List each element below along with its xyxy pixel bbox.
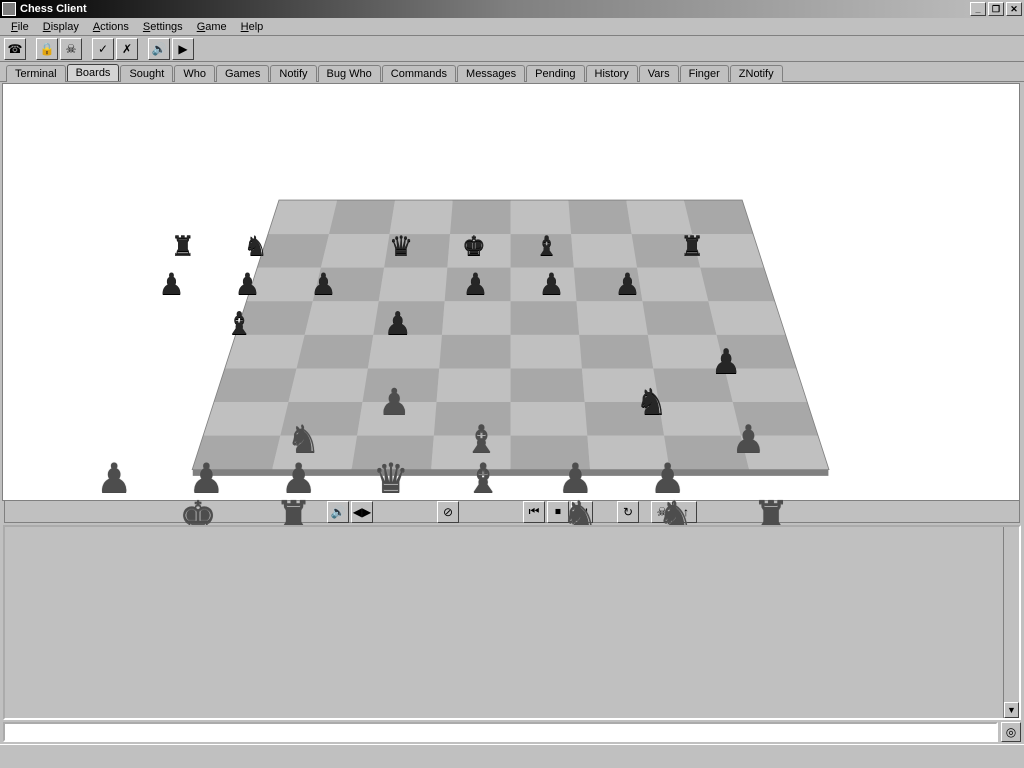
tab-terminal[interactable]: Terminal (6, 65, 66, 82)
first-icon: ⏮ (529, 504, 540, 519)
refresh-button[interactable]: ↻ (617, 501, 639, 523)
skull-button[interactable]: ☠ (60, 38, 82, 60)
connect-button[interactable]: ☎ (4, 38, 26, 60)
tab-who[interactable]: Who (174, 65, 215, 82)
takeback-button[interactable]: ↑ (675, 501, 697, 523)
tab-znotify[interactable]: ZNotify (730, 65, 783, 82)
tab-commands[interactable]: Commands (382, 65, 456, 82)
tab-games[interactable]: Games (216, 65, 269, 82)
tab-finger[interactable]: Finger (680, 65, 729, 82)
play-button[interactable]: ▶ (172, 38, 194, 60)
tab-messages[interactable]: Messages (457, 65, 525, 82)
menu-file[interactable]: File (4, 20, 36, 34)
lock-icon: 🔒 (40, 42, 55, 56)
app-icon (2, 2, 16, 16)
phone-icon: ☎ (8, 42, 23, 56)
send-button[interactable]: ◎ (1001, 722, 1021, 742)
sound-icon: 🔊 (152, 42, 167, 56)
refresh-icon: ↻ (623, 505, 633, 519)
flip-icon: ◀▶ (353, 505, 371, 519)
scrollbar[interactable]: ▼ (1003, 527, 1019, 718)
flip-board-button[interactable]: ◀▶ (351, 501, 373, 523)
menu-help[interactable]: Help (234, 20, 271, 34)
tab-pending[interactable]: Pending (526, 65, 584, 82)
accept-button[interactable]: ✓ (92, 38, 114, 60)
decline-button[interactable]: ✗ (116, 38, 138, 60)
tab-boards[interactable]: Boards (67, 64, 120, 81)
minimize-button[interactable]: _ (970, 2, 986, 16)
close-button[interactable]: ✕ (1006, 2, 1022, 16)
board-panel[interactable]: ♜♞♛♚♝♜♟♟♟♟♟♟♝♟♟♟♞♞♝♟♟♟♟♛♝♟♟♚♜♞♞♜ (2, 83, 1020, 501)
chess-board[interactable] (3, 84, 1019, 500)
command-input[interactable] (3, 722, 998, 742)
command-row: ◎ (3, 722, 1021, 742)
board-controls: 🔊 ◀▶ ⊘ ⏮ ⏹ ⏭ ↻ ☠ ↑ (4, 501, 1020, 523)
skull-button-2[interactable]: ☠ (651, 501, 673, 523)
first-move-button[interactable]: ⏮ (523, 501, 545, 523)
tab-vars[interactable]: Vars (639, 65, 679, 82)
stop-button[interactable]: ⏹ (547, 501, 569, 523)
menu-display[interactable]: Display (36, 20, 86, 34)
scroll-down-button[interactable]: ▼ (1004, 702, 1019, 718)
tab-history[interactable]: History (586, 65, 638, 82)
last-move-button[interactable]: ⏭ (571, 501, 593, 523)
maximize-button[interactable]: ❐ (988, 2, 1004, 16)
toolbar: ☎ 🔒 ☠ ✓ ✗ 🔊 ▶ (0, 36, 1024, 62)
menu-actions[interactable]: Actions (86, 20, 136, 34)
tab-notify[interactable]: Notify (270, 65, 316, 82)
tab-bug-who[interactable]: Bug Who (318, 65, 381, 82)
status-strip (0, 744, 1024, 752)
play-icon: ▶ (178, 42, 187, 56)
last-icon: ⏭ (577, 504, 588, 519)
skull-icon: ☠ (66, 42, 77, 56)
menubar: File Display Actions Settings Game Help (0, 18, 1024, 36)
sound-toggle-button[interactable]: 🔊 (327, 501, 349, 523)
skull-icon: ☠ (657, 505, 668, 519)
x-icon: ✗ (122, 42, 132, 56)
tab-sought[interactable]: Sought (120, 65, 173, 82)
titlebar: Chess Client _ ❐ ✕ (0, 0, 1024, 18)
no-game-icon: ⊘ (443, 505, 453, 519)
no-game-button[interactable]: ⊘ (437, 501, 459, 523)
up-icon: ↑ (683, 505, 689, 519)
menu-settings[interactable]: Settings (136, 20, 190, 34)
sound-button[interactable]: 🔊 (148, 38, 170, 60)
tabstrip: TerminalBoardsSoughtWhoGamesNotifyBug Wh… (0, 62, 1024, 82)
lock-button[interactable]: 🔒 (36, 38, 58, 60)
menu-game[interactable]: Game (190, 20, 234, 34)
sound-icon: 🔊 (331, 505, 346, 519)
check-icon: ✓ (98, 42, 108, 56)
window-title: Chess Client (20, 3, 87, 15)
stop-icon: ⏹ (555, 504, 561, 519)
output-pane: ▼ (3, 525, 1021, 720)
